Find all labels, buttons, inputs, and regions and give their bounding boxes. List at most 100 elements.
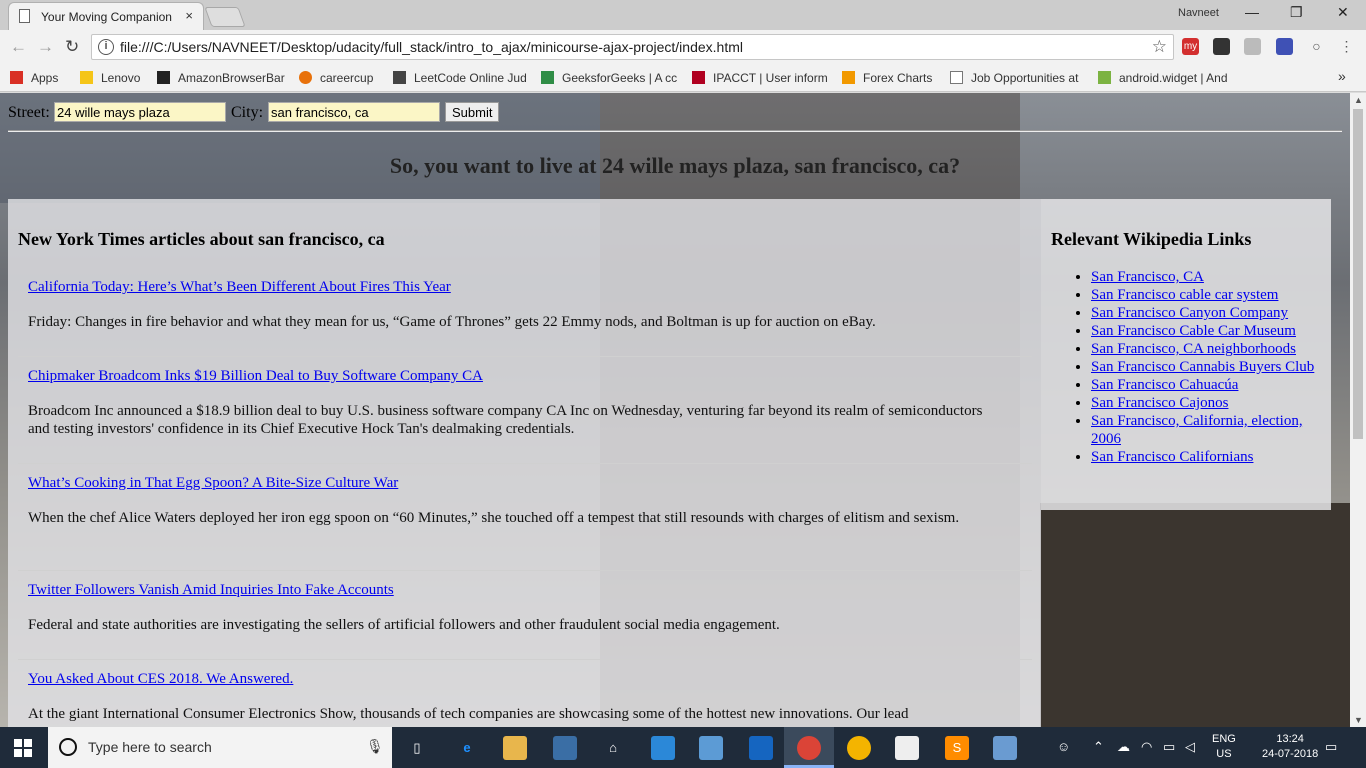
tray-expand-icon[interactable]: ⌃ (1093, 739, 1104, 755)
wikipedia-link[interactable]: San Francisco cable car system (1091, 287, 1278, 303)
divider (8, 130, 1342, 132)
scroll-up-icon[interactable]: ▲ (1354, 95, 1363, 105)
window-close-icon[interactable]: ✕ (1337, 4, 1349, 21)
extension-chat-icon[interactable]: ○ (1308, 38, 1325, 55)
windows-start-icon[interactable] (14, 739, 32, 757)
language-code: ENG (1212, 733, 1236, 745)
bookmarks-overflow-icon[interactable]: » (1338, 68, 1346, 84)
wikipedia-link[interactable]: San Francisco Cable Car Museum (1091, 323, 1296, 339)
minimize-icon[interactable]: — (1245, 4, 1259, 20)
paint-icon[interactable] (993, 736, 1017, 760)
page-scrollbar[interactable]: ▲ ▼ (1350, 93, 1366, 727)
wikipedia-link[interactable]: San Francisco Californians (1091, 449, 1253, 465)
people-icon[interactable]: ☺ (1057, 739, 1070, 754)
file-explorer-icon[interactable] (503, 736, 527, 760)
task-view-icon[interactable]: ▯ (405, 736, 429, 760)
info-icon[interactable]: i (98, 39, 114, 55)
bookmark-ipacct[interactable]: IPACCT | User inform (692, 71, 828, 85)
browser-tab[interactable]: Your Moving Companion × (8, 2, 204, 30)
wikipedia-link[interactable]: San Francisco Cahuacúa (1091, 377, 1238, 393)
article-snippet: When the chef Alice Waters deployed her … (28, 510, 960, 526)
wifi-icon[interactable]: ◠ (1141, 739, 1152, 755)
leetcode-icon (393, 71, 406, 84)
article-item: Twitter Followers Vanish Amid Inquiries … (18, 582, 1032, 660)
wikipedia-link[interactable]: San Francisco, California, election, 200… (1091, 413, 1303, 447)
profile-name[interactable]: Navneet (1178, 7, 1219, 19)
bookmark-jobs[interactable]: Job Opportunities at (950, 71, 1078, 85)
extension-android-icon[interactable] (1244, 38, 1261, 55)
wikipedia-link[interactable]: San Francisco Cajonos (1091, 395, 1228, 411)
chrome-canary-icon[interactable] (847, 736, 871, 760)
volume-icon[interactable]: ◁ (1185, 739, 1195, 755)
lenovo-app-icon[interactable] (749, 736, 773, 760)
scrollbar-thumb[interactable] (1353, 109, 1363, 439)
store-icon[interactable] (553, 736, 577, 760)
edge-icon[interactable]: e (455, 736, 479, 760)
bookmark-lenovo[interactable]: Lenovo (80, 71, 140, 85)
article-snippet: Friday: Changes in fire behavior and wha… (28, 314, 876, 330)
reload-icon[interactable]: ↻ (65, 37, 79, 57)
list-item: San Francisco Cajonos (1091, 394, 1331, 412)
list-item: San Francisco, CA neighborhoods (1091, 340, 1331, 358)
address-bar[interactable]: i file:///C:/Users/NAVNEET/Desktop/udaci… (91, 34, 1174, 60)
language-indicator[interactable]: ENG US (1212, 732, 1236, 762)
street-label: Street: (8, 104, 50, 121)
wikipedia-link[interactable]: San Francisco, CA neighborhoods (1091, 341, 1296, 357)
bookmark-leetcode[interactable]: LeetCode Online Jud (393, 71, 527, 85)
article-link[interactable]: California Today: Here’s What’s Been Dif… (28, 279, 451, 296)
submit-button[interactable]: Submit (445, 102, 500, 122)
scroll-down-icon[interactable]: ▼ (1354, 715, 1363, 725)
home-icon[interactable]: ⌂ (601, 736, 625, 760)
remote-desktop-icon[interactable] (699, 736, 723, 760)
bookmark-forex[interactable]: Forex Charts (842, 71, 932, 85)
url-text: file:///C:/Users/NAVNEET/Desktop/udacity… (120, 39, 743, 55)
street-input[interactable] (54, 102, 226, 122)
forex-icon (842, 71, 855, 84)
list-item: San Francisco cable car system (1091, 286, 1331, 304)
tab-close-icon[interactable]: × (185, 8, 193, 23)
bookmark-geeksforgeeks[interactable]: GeeksforGeeks | A cc (541, 71, 677, 85)
list-item: San Francisco Canyon Company (1091, 304, 1331, 322)
back-icon[interactable]: ← (10, 37, 27, 57)
list-item: San Francisco Californians (1091, 448, 1331, 466)
chrome-icon[interactable] (797, 736, 821, 760)
new-tab-button[interactable] (204, 7, 246, 27)
wikipedia-link[interactable]: San Francisco Cannabis Buyers Club (1091, 359, 1314, 375)
bookmark-amazon[interactable]: AmazonBrowserBar (157, 71, 285, 85)
article-link[interactable]: Chipmaker Broadcom Inks $19 Billion Deal… (28, 368, 483, 385)
wikipedia-link[interactable]: San Francisco, CA (1091, 269, 1204, 285)
article-link[interactable]: Twitter Followers Vanish Amid Inquiries … (28, 582, 394, 599)
city-input[interactable] (268, 102, 440, 122)
battery-icon[interactable]: ▭ (1163, 739, 1175, 755)
bookmark-careercup[interactable]: careercup (299, 71, 373, 85)
article-item: You Asked About CES 2018. We Answered. A… (18, 671, 1032, 727)
wikipedia-link[interactable]: San Francisco Canyon Company (1091, 305, 1288, 321)
system-clock[interactable]: 13:24 24-07-2018 (1262, 732, 1318, 762)
amazon-icon (157, 71, 170, 84)
microphone-icon[interactable]: 🎙 (366, 738, 384, 755)
cloud-icon[interactable]: ☁ (1117, 739, 1130, 755)
extension-u-icon[interactable] (1276, 38, 1293, 55)
greeting-heading: So, you want to live at 24 wille mays pl… (389, 153, 961, 178)
article-item: California Today: Here’s What’s Been Dif… (18, 279, 1032, 357)
article-link[interactable]: What’s Cooking in That Egg Spoon? A Bite… (28, 475, 398, 492)
bookmark-star-icon[interactable]: ☆ (1152, 37, 1167, 57)
maximize-icon[interactable]: ❐ (1290, 4, 1303, 21)
menu-icon[interactable]: ⋮ (1338, 38, 1355, 55)
search-placeholder: Type here to search (88, 739, 212, 755)
article-link[interactable]: You Asked About CES 2018. We Answered. (28, 671, 293, 688)
wikipedia-link-list: San Francisco, CA San Francisco cable ca… (1051, 268, 1331, 466)
window-titlebar: Your Moving Companion × Navneet — ❐ ✕ (0, 0, 1366, 30)
notifications-icon[interactable]: ▭ (1325, 739, 1337, 755)
mail-icon[interactable] (895, 736, 919, 760)
extension-my-icon[interactable]: my (1182, 38, 1199, 55)
bookmark-apps[interactable]: Apps (10, 71, 58, 85)
extension-glasses-icon[interactable] (1213, 38, 1230, 55)
calendar-app-icon[interactable] (651, 736, 675, 760)
careercup-icon (299, 71, 312, 84)
forward-icon[interactable]: → (37, 37, 54, 57)
sublime-text-icon[interactable]: S (945, 736, 969, 760)
bookmark-android[interactable]: android.widget | And (1098, 71, 1228, 85)
taskbar-search[interactable]: Type here to search 🎙 (48, 727, 392, 768)
article-snippet: Federal and state authorities are invest… (28, 617, 780, 633)
